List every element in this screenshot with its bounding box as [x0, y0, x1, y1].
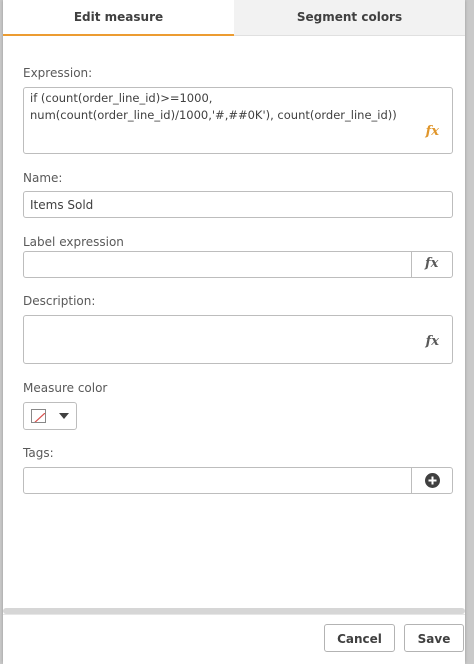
measure-form: Expression: if (count(order_line_id)>=10… [3, 36, 465, 608]
fx-icon[interactable]: fx [426, 334, 439, 349]
description-field[interactable]: fx [23, 315, 453, 364]
save-button[interactable]: Save [404, 624, 464, 652]
expression-field[interactable]: if (count(order_line_id)>=1000, num(coun… [23, 87, 453, 154]
fx-icon[interactable]: fx [426, 124, 439, 139]
name-label: Name: [23, 171, 63, 185]
tags-field[interactable] [23, 467, 453, 494]
tab-bar: Edit measure Segment colors [3, 0, 465, 36]
plus-circle-icon [425, 473, 440, 488]
measure-color-button[interactable] [23, 402, 77, 430]
measure-color-label: Measure color [23, 381, 108, 395]
name-field[interactable]: Items Sold [23, 191, 453, 218]
no-color-swatch-icon [31, 409, 46, 423]
expression-text: if (count(order_line_id)>=1000, num(coun… [30, 91, 397, 122]
cancel-button[interactable]: Cancel [324, 624, 395, 652]
add-tag-button[interactable] [411, 468, 452, 493]
edit-measure-dialog: Edit measure Segment colors Expression: … [3, 0, 465, 664]
expression-label: Expression: [23, 66, 93, 80]
chevron-down-icon [59, 413, 69, 419]
tab-segment-colors[interactable]: Segment colors [234, 0, 465, 36]
tab-edit-measure[interactable]: Edit measure [3, 0, 234, 36]
description-label: Description: [23, 294, 96, 308]
label-expression-fx-button[interactable]: fx [411, 252, 452, 277]
name-value: Items Sold [30, 198, 94, 212]
dialog-footer: Cancel Save [3, 614, 465, 664]
tags-label: Tags: [23, 446, 54, 460]
label-expression-label: Label expression [23, 235, 124, 249]
fx-icon: fx [425, 256, 439, 271]
label-expression-field[interactable]: fx [23, 251, 453, 278]
